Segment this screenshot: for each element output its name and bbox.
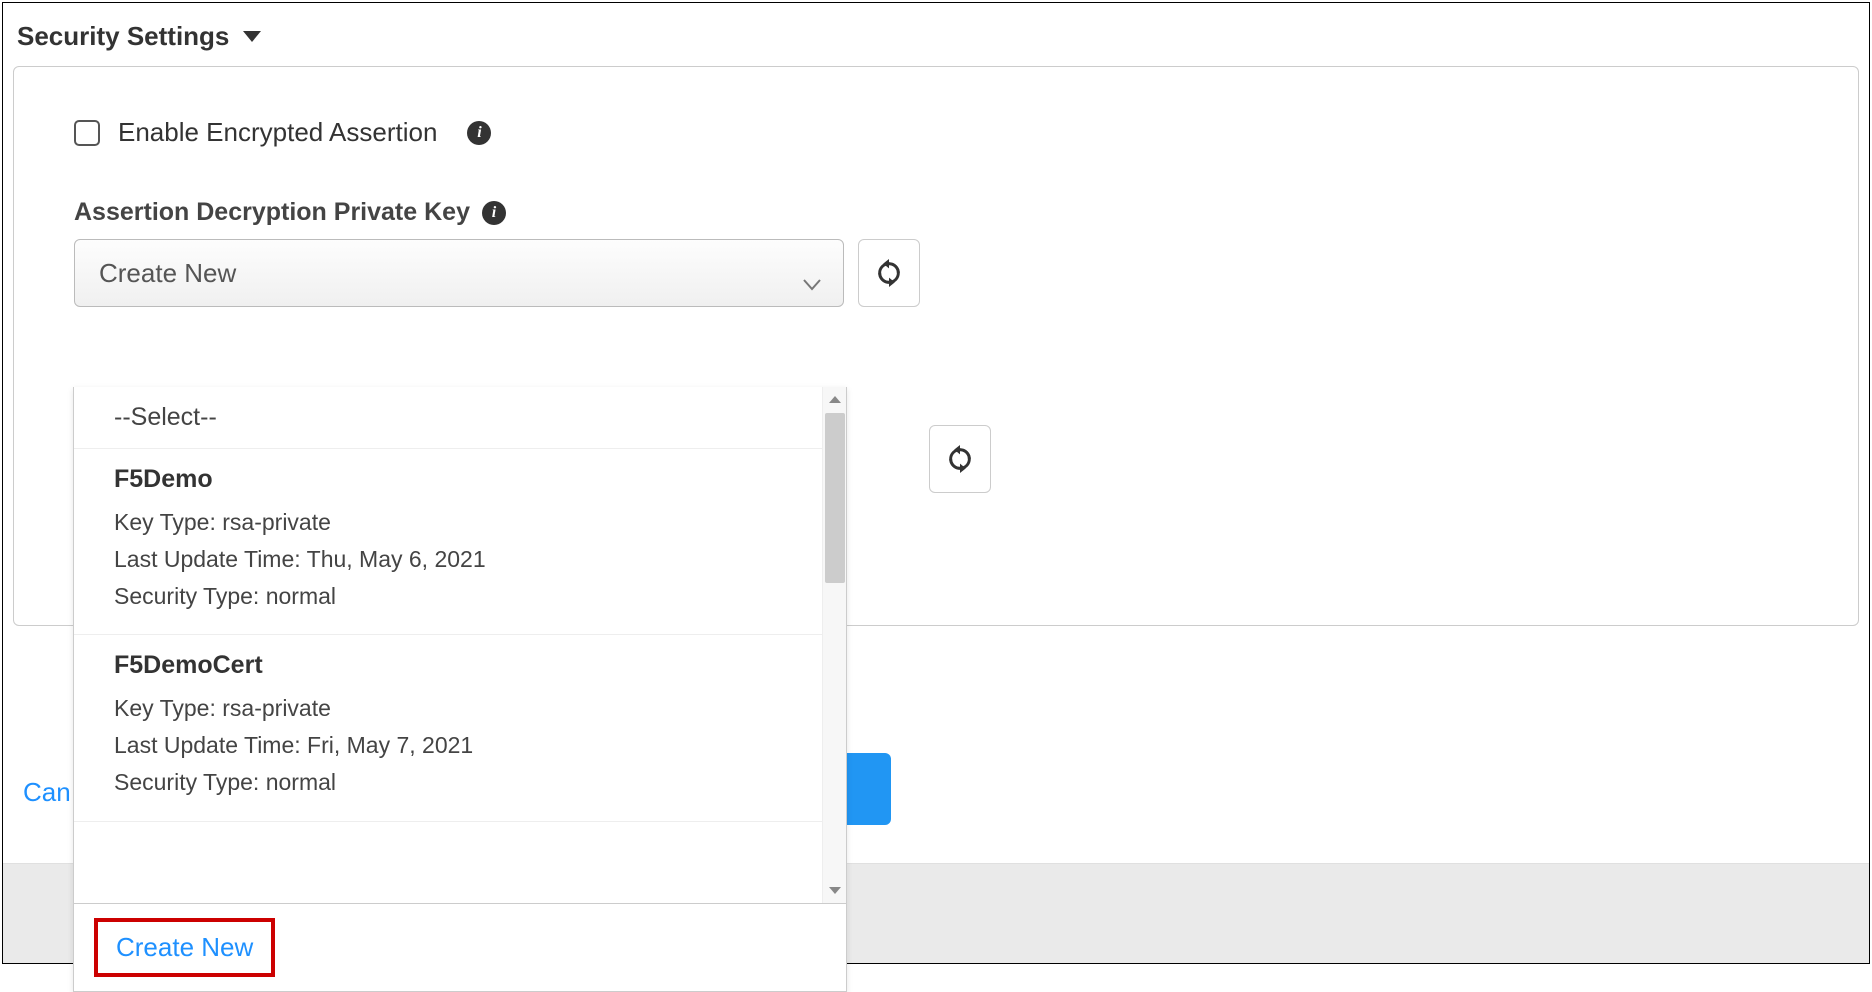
caret-down-icon	[243, 31, 261, 42]
dropdown-placeholder-option[interactable]: --Select--	[74, 387, 846, 449]
create-new-button[interactable]: Create New	[94, 918, 275, 977]
dropdown-footer: Create New	[74, 903, 846, 991]
enable-encrypted-assertion-label: Enable Encrypted Assertion	[118, 117, 437, 148]
cancel-button[interactable]: Can	[23, 777, 71, 808]
option-title: F5Demo	[114, 465, 806, 494]
scrollbar-thumb[interactable]	[825, 413, 845, 583]
refresh-button[interactable]	[929, 425, 991, 493]
dropdown-scrollbar[interactable]	[822, 387, 846, 903]
select-value: Create New	[99, 258, 236, 289]
security-settings-header[interactable]: Security Settings	[3, 3, 1869, 66]
enable-encrypted-assertion-checkbox[interactable]	[74, 120, 100, 146]
refresh-button[interactable]	[858, 239, 920, 307]
assertion-key-label: Assertion Decryption Private Key i	[74, 198, 1798, 227]
option-title: F5DemoCert	[114, 651, 806, 680]
dropdown-option-f5democert[interactable]: F5DemoCert Key Type: rsa-private Last Up…	[74, 635, 846, 821]
section-title: Security Settings	[17, 21, 229, 52]
chevron-down-icon	[803, 267, 821, 279]
scroll-down-icon[interactable]	[823, 879, 846, 903]
dropdown-option-f5demo[interactable]: F5Demo Key Type: rsa-private Last Update…	[74, 449, 846, 635]
assertion-key-dropdown: --Select-- F5Demo Key Type: rsa-private …	[73, 387, 847, 992]
dropdown-option-partial[interactable]: ▪▪▪ ▪ ▪▪▪ ▪ ▪▪▪▪ ▪ ▪ ▪▪	[74, 822, 846, 840]
info-icon[interactable]: i	[482, 201, 506, 225]
scroll-up-icon[interactable]	[823, 387, 846, 411]
assertion-key-select[interactable]: Create New	[74, 239, 844, 307]
info-icon[interactable]: i	[467, 121, 491, 145]
